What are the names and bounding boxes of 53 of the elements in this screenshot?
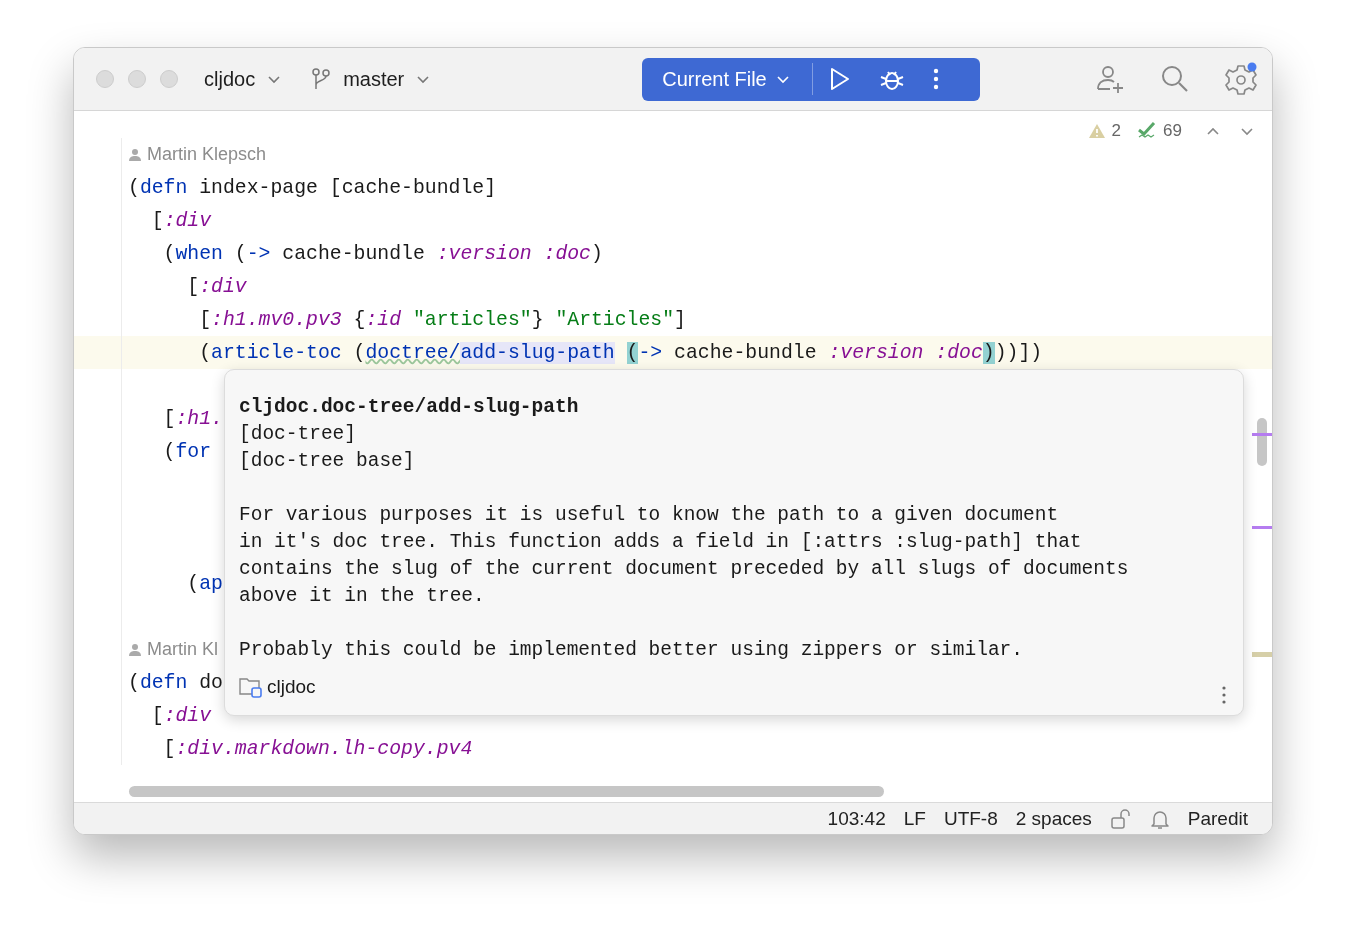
chevron-down-icon (775, 74, 790, 84)
warning-count: 2 (1111, 121, 1122, 141)
play-icon[interactable] (828, 67, 851, 91)
status-item[interactable]: LF (903, 807, 926, 830)
chevron-down-icon (267, 74, 282, 84)
scroll-marker (1252, 433, 1272, 436)
scrollbar-thumb[interactable] (1257, 418, 1267, 466)
code-line: (ap (186, 572, 223, 595)
code-line: (defn do (128, 671, 223, 694)
scroll-marker (1252, 652, 1272, 657)
more-icon[interactable] (1221, 685, 1227, 705)
check-icon (1137, 122, 1158, 140)
doc-paragraph: Probably this could be implemented better using zippers or similar. (239, 638, 1025, 663)
doc-signature: [doc-tree base] (239, 449, 416, 474)
unlock-icon[interactable] (1109, 807, 1132, 830)
code-line: (when (-> cache-bundle :version :doc) (162, 242, 603, 265)
code-line: [:h1. (162, 407, 223, 430)
code-line: [:h1.mv0.pv3 {:id "articles"} "Articles"] (198, 308, 686, 331)
code-line: [:div (186, 275, 247, 298)
code-line: [:div (150, 209, 212, 232)
chevron-down-icon (416, 74, 431, 84)
add-user-icon[interactable] (1094, 63, 1126, 95)
code-line: (defn index-page [cache-bundle] (128, 176, 496, 199)
person-icon (128, 642, 142, 657)
chevron-down-icon[interactable] (1240, 126, 1254, 136)
status-item[interactable]: 103:42 (827, 807, 886, 830)
warning-icon (1087, 123, 1106, 139)
code-author: Martin Klepsch (147, 144, 267, 165)
doc-paragraph: For various purposes it is useful to know the path to a given document in it's doc tree. This function adds a field in [:attrs :slug-path] that contains the slug of the current document preceded by all slugs of documents above it in the tree. (239, 503, 1130, 609)
code-line: (for (162, 440, 212, 463)
scrollbar-thumb[interactable] (129, 786, 884, 797)
code-line: (article-toc (doctree/add-slug-path (-> cache-bundle :version :doc)))]) (198, 341, 1043, 364)
more-icon[interactable] (932, 68, 939, 90)
person-icon (128, 147, 142, 162)
code-line: [:div.markdown.lh-copy.pv4 (162, 737, 473, 760)
status-item[interactable]: UTF-8 (943, 807, 998, 830)
chevron-up-icon[interactable] (1206, 126, 1220, 136)
project-selector[interactable]: cljdoc (198, 63, 288, 95)
passed-count: 69 (1163, 121, 1182, 141)
search-icon[interactable] (1160, 64, 1190, 94)
settings-icon[interactable] (1224, 62, 1258, 96)
doc-signature: [doc-tree] (239, 422, 358, 447)
code-line: [:div (150, 704, 212, 727)
status-item[interactable]: Paredit (1187, 807, 1248, 830)
branch-icon (311, 68, 332, 90)
module-name: cljdoc (267, 676, 316, 698)
module-icon (239, 676, 263, 698)
status-item[interactable]: 2 spaces (1015, 807, 1092, 830)
run-configuration-button[interactable]: Current File (662, 67, 790, 91)
doc-title: cljdoc.doc-tree/add-slug-path (239, 395, 580, 420)
branch-selector[interactable]: master (305, 63, 437, 95)
code-author: Martin Kl (147, 639, 218, 660)
scroll-marker (1252, 526, 1272, 529)
